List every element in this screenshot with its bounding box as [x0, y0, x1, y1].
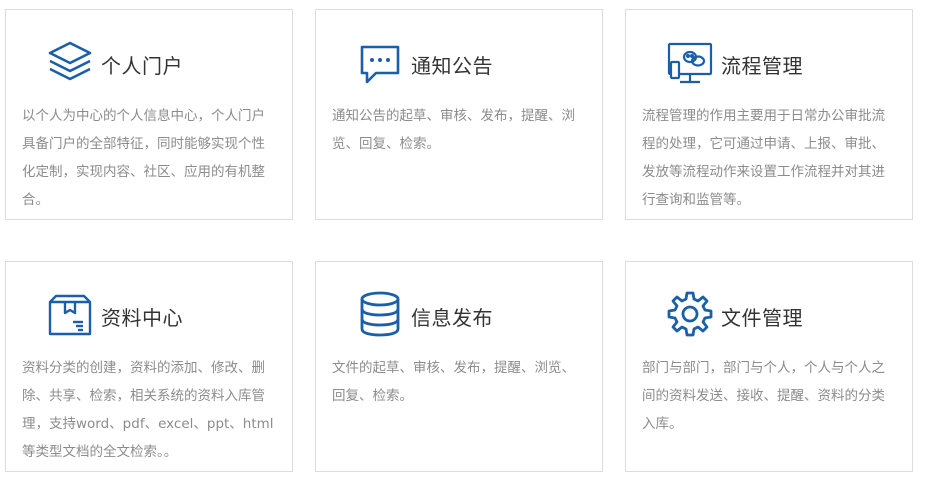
archive-box-icon [46, 292, 94, 340]
card-description: 文件的起草、审核、发布，提醒、浏览、回复、检索。 [332, 360, 575, 404]
card-title: 通知公告 [411, 54, 493, 78]
card-description: 通知公告的起草、审核、发布，提醒、浏览、回复、检索。 [332, 108, 575, 152]
card-description: 流程管理的作用主要用于日常办公审批流程的处理，它可通过申请、上报、审批、发放等流… [642, 108, 885, 208]
gear-icon [666, 290, 714, 338]
card-title: 文件管理 [721, 306, 803, 330]
feature-card-resource-center[interactable]: 资料中心 资料分类的创建，资料的添加、修改、删除、共享、检索，相关系统的资料入库… [5, 261, 293, 472]
card-title: 个人门户 [101, 54, 183, 78]
feature-card-personal-portal[interactable]: 个人门户 以个人为中心的个人信息中心，个人门户具备门户的全部特征，同时能够实现个… [5, 9, 293, 220]
monitor-chat-icon [666, 40, 714, 88]
feature-card-info-publish[interactable]: 信息发布 文件的起草、审核、发布，提醒、浏览、回复、检索。 [315, 261, 603, 472]
feature-card-file-management[interactable]: 文件管理 部门与部门，部门与个人，个人与个人之间的资料发送、接收、提醒、资料的分… [625, 261, 913, 472]
card-title: 信息发布 [411, 306, 493, 330]
card-description: 部门与部门，部门与个人，个人与个人之间的资料发送、接收、提醒、资料的分类入库。 [642, 360, 885, 432]
card-title: 流程管理 [721, 54, 803, 78]
database-icon [356, 290, 404, 338]
chat-bubble-icon [356, 41, 404, 89]
card-title: 资料中心 [101, 306, 183, 330]
card-description: 以个人为中心的个人信息中心，个人门户具备门户的全部特征，同时能够实现个性化定制，… [22, 108, 265, 208]
card-description: 资料分类的创建，资料的添加、修改、删除、共享、检索，相关系统的资料入库管理，支持… [22, 360, 274, 460]
feature-card-notice[interactable]: 通知公告 通知公告的起草、审核、发布，提醒、浏览、回复、检索。 [315, 9, 603, 220]
layers-icon [46, 39, 94, 87]
feature-card-workflow[interactable]: 流程管理 流程管理的作用主要用于日常办公审批流程的处理，它可通过申请、上报、审批… [625, 9, 913, 220]
